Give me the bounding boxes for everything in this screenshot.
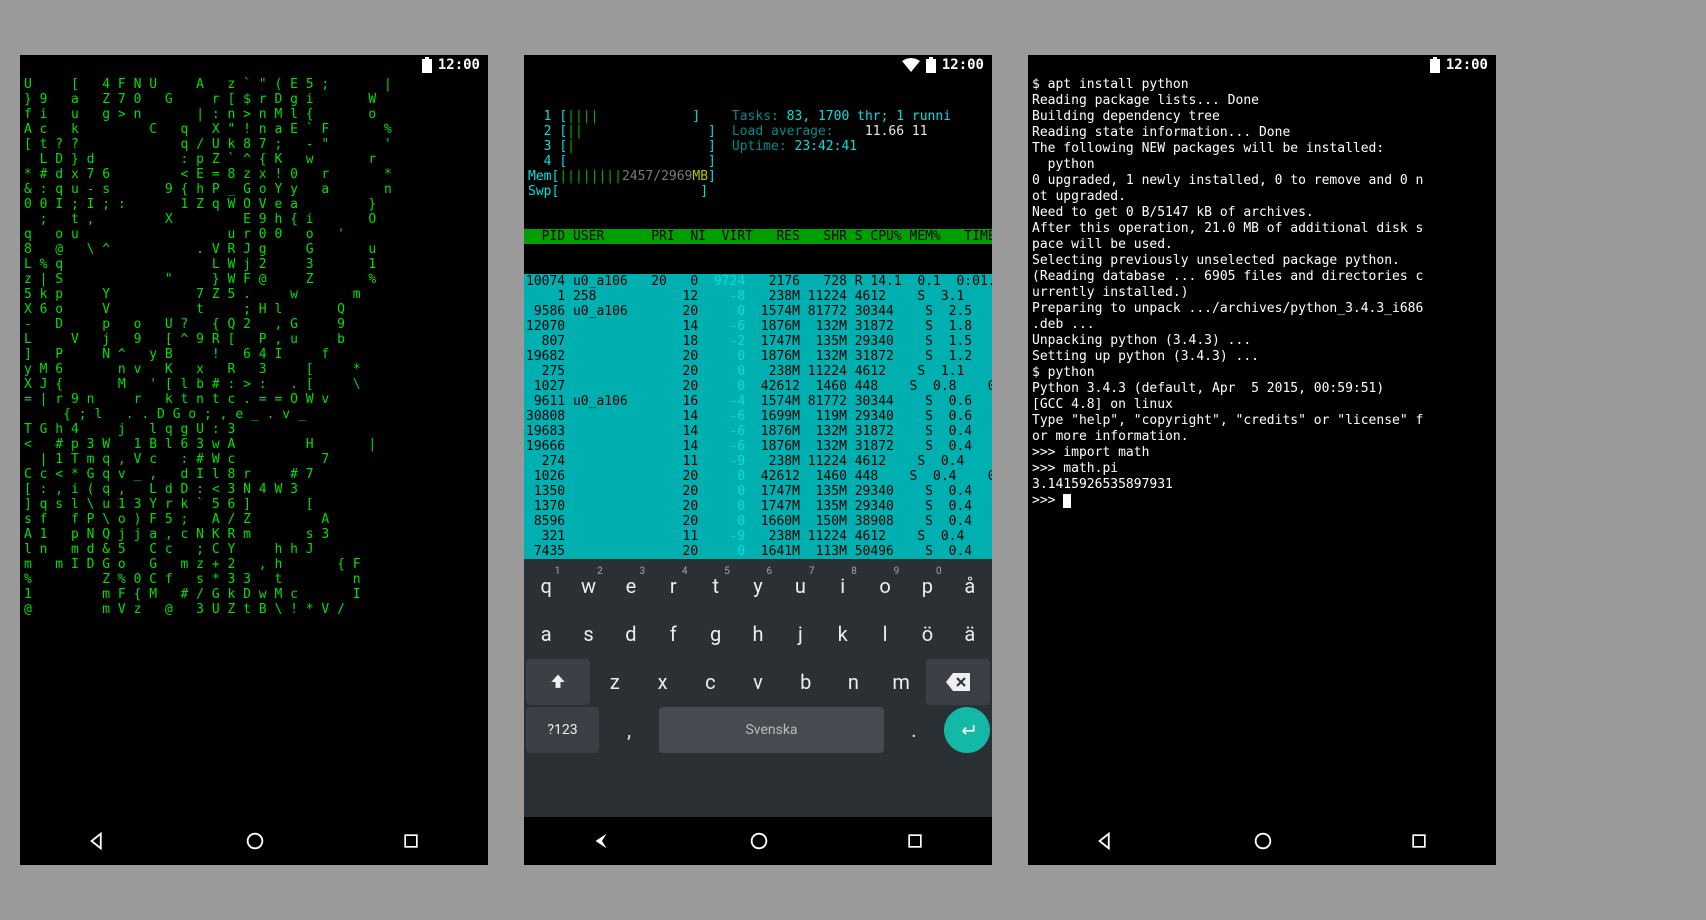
- htop-process-row[interactable]: 1 258 12 -8 238M 11224 4612 S 3.1 0.4: [524, 289, 992, 304]
- key-k[interactable]: k: [823, 611, 863, 657]
- key-j[interactable]: j: [780, 611, 820, 657]
- soft-keyboard[interactable]: 1q2w3e4r5t6y7u8i9o0på asdfghjklöä zxcvbnm?…: [524, 559, 992, 817]
- android-navbar: [1028, 817, 1496, 865]
- htop-view: 1 [|||| ] 2 [|| ] 3 [| ] 4 [ ]Mem[||||||…: [524, 75, 992, 559]
- htop-process-row[interactable]: 275 20 0 238M 11224 4612 S 1.1 0.4: [524, 364, 992, 379]
- key-å[interactable]: å: [950, 563, 990, 609]
- htop-process-row[interactable]: 19666 14 -6 1876M 132M 31872 S 0.4 4.5: [524, 439, 992, 454]
- htop-process-row[interactable]: 321 11 -9 238M 11224 4612 S 0.4 0.4: [524, 529, 992, 544]
- key-n[interactable]: n: [831, 659, 877, 705]
- key-ö[interactable]: ö: [907, 611, 947, 657]
- key-b[interactable]: b: [783, 659, 829, 705]
- status-time: 12:00: [438, 58, 480, 72]
- key-f[interactable]: f: [653, 611, 693, 657]
- key-s[interactable]: s: [568, 611, 608, 657]
- htop-process-row[interactable]: 9611 u0_a106 16 -4 1574M 81772 30344 S 0…: [524, 394, 992, 409]
- key-shift[interactable]: [526, 659, 590, 705]
- key-backspace[interactable]: [926, 659, 990, 705]
- android-navbar: [20, 817, 488, 865]
- htop-process-row[interactable]: 19683 14 -6 1876M 132M 31872 S 0.4 4.5: [524, 424, 992, 439]
- key-space[interactable]: Svenska: [659, 707, 884, 753]
- key-g[interactable]: g: [695, 611, 735, 657]
- htop-process-row[interactable]: 7435 20 0 1641M 113M 50496 S 0.4 3.8: [524, 544, 992, 559]
- android-navbar: [524, 817, 992, 865]
- htop-process-row[interactable]: 12070 14 -6 1876M 132M 31872 S 1.8 4.5: [524, 319, 992, 334]
- key-ä[interactable]: ä: [950, 611, 990, 657]
- key-h[interactable]: h: [738, 611, 778, 657]
- key-comma[interactable]: ,: [601, 707, 657, 753]
- htop-process-row[interactable]: 274 11 -9 238M 11224 4612 S 0.4 0.4: [524, 454, 992, 469]
- htop-column-header: PID USER PRI NI VIRT RES SHR S CPU% MEM%…: [524, 229, 992, 244]
- key-i[interactable]: 8i: [823, 563, 863, 609]
- htop-process-row[interactable]: 19682 20 0 1876M 132M 31872 S 1.2 4.5: [524, 349, 992, 364]
- status-bar: 12:00: [1028, 55, 1496, 75]
- key-p[interactable]: 0p: [907, 563, 947, 609]
- battery-icon: [1430, 57, 1440, 73]
- cursor: [1063, 494, 1071, 508]
- status-time: 12:00: [1446, 58, 1488, 72]
- battery-icon: [422, 57, 432, 73]
- key-t[interactable]: 5t: [695, 563, 735, 609]
- recent-button[interactable]: [1409, 831, 1429, 851]
- status-bar: 12:00: [20, 55, 488, 75]
- wifi-icon: [902, 58, 920, 72]
- htop-process-row[interactable]: 1027 20 0 42612 1460 448 S 0.8 0.0: [524, 379, 992, 394]
- home-button[interactable]: [1252, 830, 1274, 852]
- phone-htop: 12:00 1 [|||| ] 2 [|| ] 3 [| ] 4 [ ]Mem[…: [524, 55, 992, 865]
- phone-pyshell: 12:00 $ apt install python Reading packa…: [1028, 55, 1496, 865]
- key-symbols[interactable]: ?123: [526, 707, 599, 753]
- htop-process-row[interactable]: 807 18 -2 1747M 135M 29340 S 1.5 4.6: [524, 334, 992, 349]
- key-x[interactable]: x: [640, 659, 686, 705]
- key-o[interactable]: 9o: [865, 563, 905, 609]
- battery-icon: [926, 57, 936, 73]
- htop-process-row[interactable]: 1370 20 0 1747M 135M 29340 S 0.4 4.6: [524, 499, 992, 514]
- key-period[interactable]: .: [886, 707, 942, 753]
- key-u[interactable]: 7u: [780, 563, 820, 609]
- recent-button[interactable]: [905, 831, 925, 851]
- home-button[interactable]: [244, 830, 266, 852]
- htop-process-row[interactable]: 1350 20 0 1747M 135M 29340 S 0.4 4.6: [524, 484, 992, 499]
- home-button[interactable]: [748, 830, 770, 852]
- htop-process-row[interactable]: 8596 20 0 1660M 150M 38908 S 0.4 5.1: [524, 514, 992, 529]
- back-button[interactable]: [591, 830, 613, 852]
- htop-process-row[interactable]: 9586 u0_a106 20 0 1574M 81772 30344 S 2.…: [524, 304, 992, 319]
- status-time: 12:00: [942, 58, 984, 72]
- htop-process-row[interactable]: 30808 14 -6 1699M 119M 29340 S 0.6 4.0: [524, 409, 992, 424]
- back-button[interactable]: [1095, 830, 1117, 852]
- key-m[interactable]: m: [878, 659, 924, 705]
- phone-matrix: 12:00 U [ 4 F N U A z ` " ( E 5 ; | } 9 …: [20, 55, 488, 865]
- htop-process-row[interactable]: 10074 u0_a106 20 0 9724 2176 728 R 14.1 …: [524, 274, 992, 289]
- key-l[interactable]: l: [865, 611, 905, 657]
- htop-process-row[interactable]: 1026 20 0 42612 1460 448 S 0.4 0.0: [524, 469, 992, 484]
- back-button[interactable]: [87, 830, 109, 852]
- key-enter[interactable]: [944, 707, 990, 753]
- key-q[interactable]: 1q: [526, 563, 566, 609]
- key-r[interactable]: 4r: [653, 563, 693, 609]
- key-d[interactable]: d: [611, 611, 651, 657]
- key-y[interactable]: 6y: [738, 563, 778, 609]
- key-e[interactable]: 3e: [611, 563, 651, 609]
- key-z[interactable]: z: [592, 659, 638, 705]
- key-w[interactable]: 2w: [568, 563, 608, 609]
- recent-button[interactable]: [401, 831, 421, 851]
- key-a[interactable]: a: [526, 611, 566, 657]
- key-c[interactable]: c: [687, 659, 733, 705]
- status-bar: 12:00: [524, 55, 992, 75]
- matrix-output: U [ 4 F N U A z ` " ( E 5 ; | } 9 a Z 7 …: [20, 75, 488, 817]
- key-v[interactable]: v: [735, 659, 781, 705]
- terminal-output[interactable]: $ apt install python Reading package lis…: [1028, 75, 1496, 817]
